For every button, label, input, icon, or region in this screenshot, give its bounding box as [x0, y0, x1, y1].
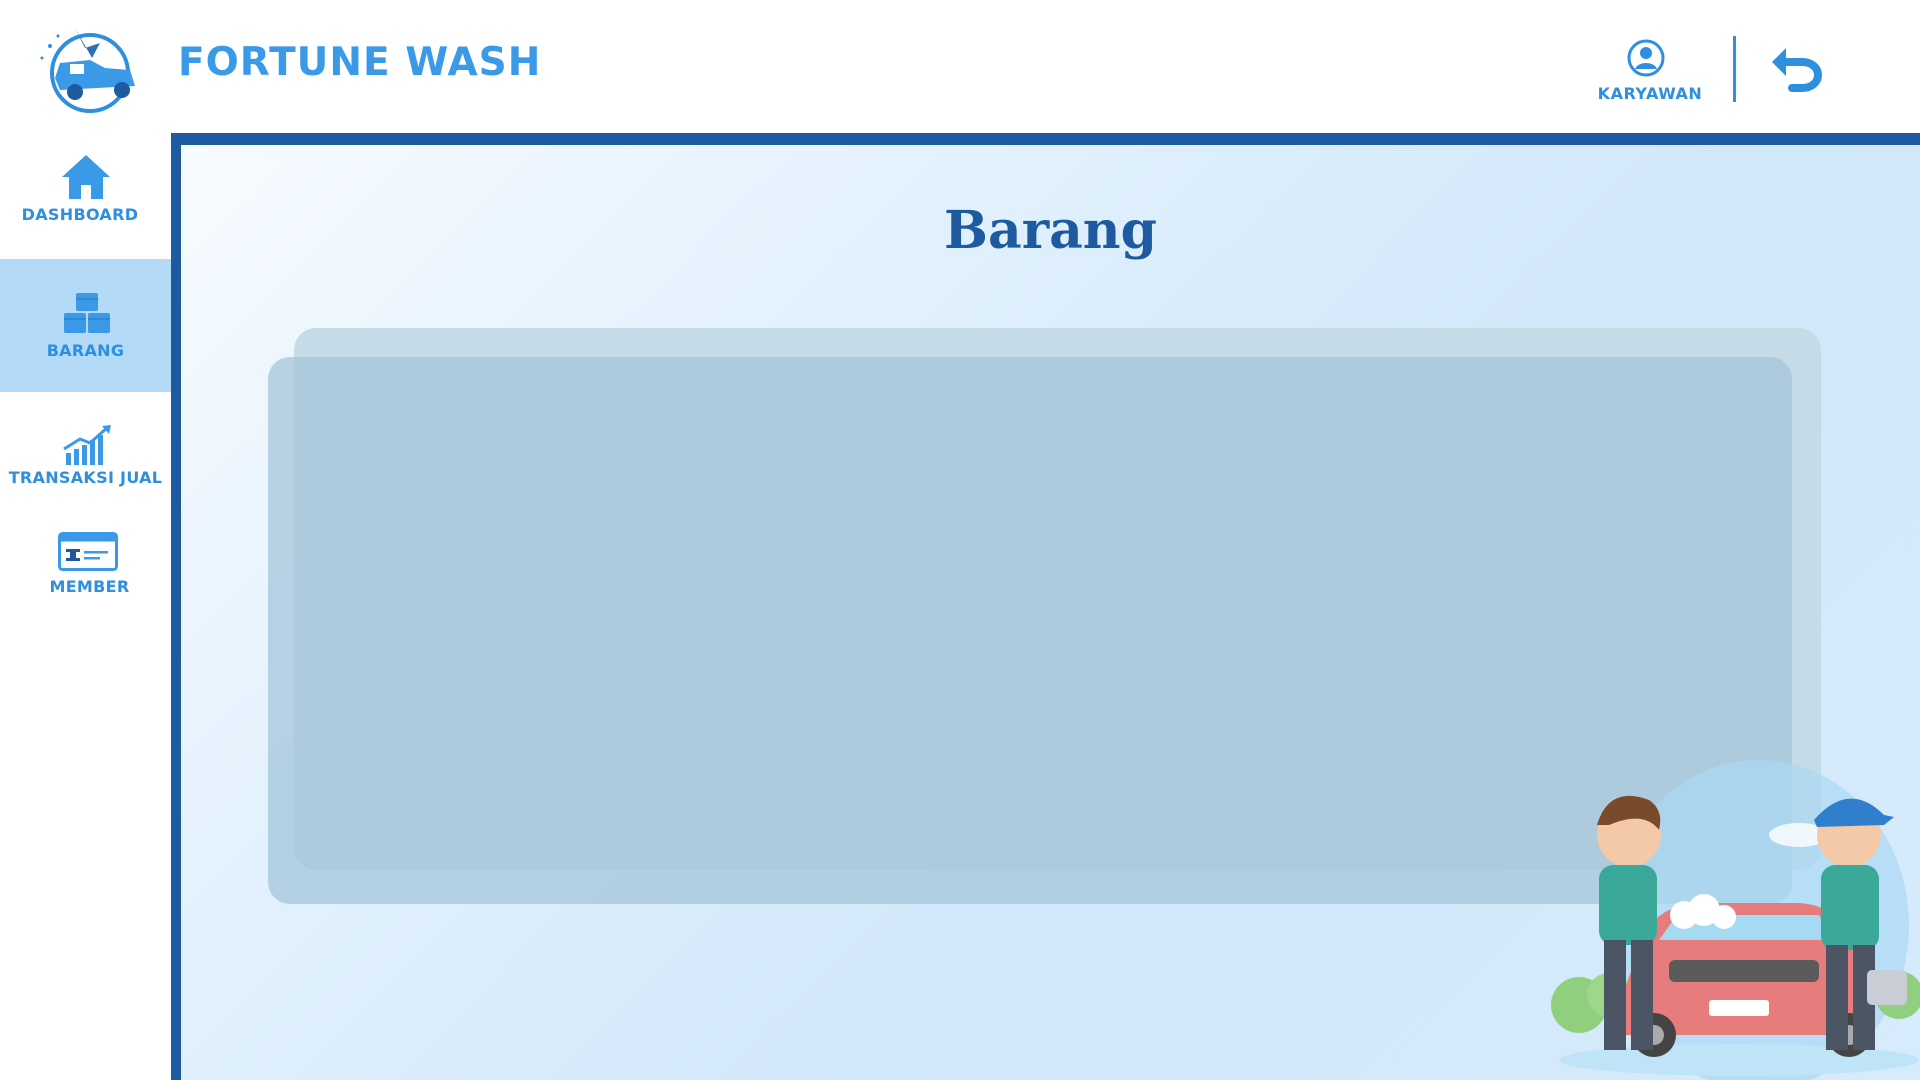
sidebar-item-member[interactable]: MEMBER: [0, 530, 171, 620]
member-card-icon: [58, 532, 118, 571]
car-wash-logo-icon: [30, 18, 145, 118]
back-arrow-icon: [1772, 48, 1823, 92]
user-role-label: KARYAWAN: [1597, 84, 1703, 103]
sidebar-item-label: MEMBER: [49, 577, 130, 596]
boxes-icon: [64, 293, 110, 333]
growth-chart-icon: [63, 425, 111, 465]
sidebar-item-label: TRANSAKSI JUAL: [8, 468, 163, 487]
page-title: Barang: [944, 200, 1157, 261]
main-content-area: Barang: [181, 145, 1920, 1080]
sidebar: DASHBOARD BARANG TRANSAKSI JUAL MEMBER: [0, 133, 171, 1080]
home-icon: [62, 155, 110, 199]
car-wash-illustration: [1549, 755, 1920, 1080]
back-button[interactable]: [1768, 44, 1824, 92]
user-circle-icon: [1627, 39, 1665, 77]
sidebar-item-label: DASHBOARD: [21, 205, 139, 224]
sidebar-item-dashboard[interactable]: DASHBOARD: [0, 133, 171, 258]
sidebar-item-transaksi-jual[interactable]: TRANSAKSI JUAL: [0, 423, 171, 513]
user-account-button[interactable]: KARYAWAN: [1580, 36, 1720, 106]
header-divider: [1733, 36, 1736, 102]
app-brand-title: FORTUNE WASH: [178, 40, 542, 85]
sidebar-item-barang[interactable]: BARANG: [0, 259, 171, 392]
app-header: FORTUNE WASH KARYAWAN: [0, 0, 1920, 133]
sidebar-item-label: BARANG: [46, 341, 125, 360]
main-panel: Barang: [171, 133, 1920, 1080]
